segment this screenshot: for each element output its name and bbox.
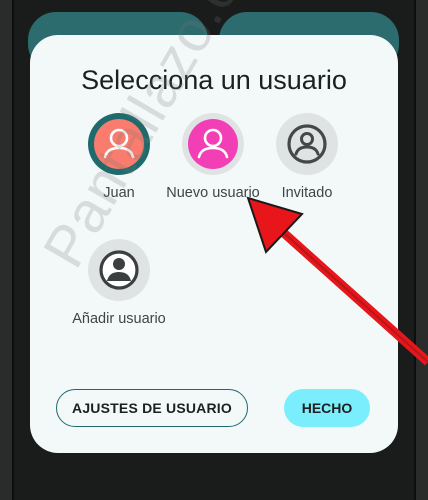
avatar-new-user <box>182 113 244 175</box>
done-button[interactable]: HECHO <box>284 389 370 427</box>
person-add-icon <box>99 250 139 290</box>
avatar-juan <box>88 113 150 175</box>
user-grid: Juan Nuevo usuario Invitado Añadir usuar… <box>30 113 398 353</box>
person-outline-icon <box>287 124 327 164</box>
person-icon <box>188 119 238 169</box>
phone-frame-left <box>0 0 12 500</box>
avatar-guest <box>276 113 338 175</box>
person-icon <box>94 119 144 169</box>
user-item-add-user[interactable]: Añadir usuario <box>64 239 174 328</box>
phone-frame-right <box>416 0 428 500</box>
user-label: Invitado <box>281 185 333 201</box>
select-user-dialog: Selecciona un usuario Juan Nuevo usuario… <box>30 35 398 453</box>
avatar-add-user <box>88 239 150 301</box>
user-item-guest[interactable]: Invitado <box>252 113 362 202</box>
user-label: Añadir usuario <box>72 311 166 327</box>
dialog-title: Selecciona un usuario <box>81 65 347 95</box>
user-settings-button[interactable]: AJUSTES DE USUARIO <box>56 389 248 427</box>
